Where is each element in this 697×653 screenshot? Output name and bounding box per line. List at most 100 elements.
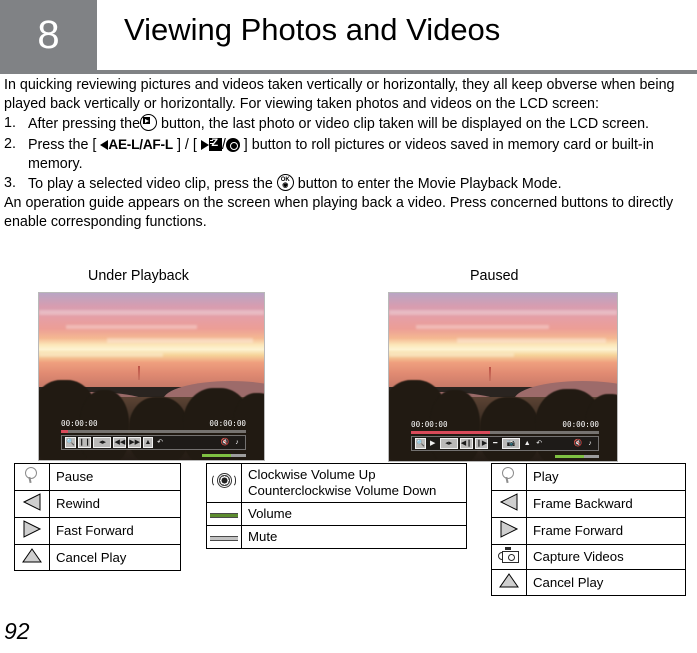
camera-icon	[498, 547, 520, 563]
dial-wheel-icon-cell	[206, 463, 242, 503]
body-text: In quicking reviewing pictures and video…	[4, 76, 694, 233]
magnifier-icon	[501, 466, 517, 484]
step-3-number: 3.	[4, 175, 16, 192]
legend-label: Play	[526, 463, 686, 491]
line-icon[interactable]: ━	[490, 438, 500, 449]
step-1-text-after: button, the last photo or video clip tak…	[161, 116, 650, 133]
progress-fill-right	[411, 431, 490, 434]
dial-wheel-icon	[212, 471, 236, 491]
time-total: 00:00:00	[562, 420, 599, 429]
table-row: Mute	[206, 525, 467, 549]
legend-label: Fast Forward	[49, 517, 181, 545]
figure-caption-left: Under Playback	[88, 268, 189, 284]
volume-adjust-icon[interactable]: ◂▸	[93, 437, 112, 448]
table-row: Capture Videos	[491, 544, 686, 570]
legend-label: Volume	[241, 502, 467, 526]
return-arrow-icon[interactable]: ↶	[155, 437, 165, 448]
cloud-band	[66, 324, 197, 329]
page-number: 92	[4, 618, 30, 644]
volume-track-right[interactable]	[555, 455, 599, 458]
green-line-icon	[210, 513, 238, 518]
magnifier-icon	[24, 466, 40, 484]
volume-adjust-icon[interactable]: ◂▸	[439, 438, 458, 449]
table-row: Fast Forward	[14, 517, 181, 545]
legend-label: Frame Forward	[526, 517, 686, 545]
step-3-text-before: To play a selected video clip, press the	[28, 176, 273, 193]
magnifier-icon-cell	[14, 463, 50, 491]
osd-times-right: 00:00:00 00:00:00	[411, 419, 599, 430]
magnifier-icon[interactable]: 🔍	[65, 437, 76, 448]
up-arrow-icon[interactable]: ▲	[143, 437, 154, 448]
up-arrow-icon[interactable]: ▲	[522, 438, 532, 449]
table-row: Frame Backward	[491, 490, 686, 518]
left-triangle-icon-cell	[14, 490, 50, 518]
music-note-icon[interactable]: ♪	[585, 438, 595, 449]
table-row: Volume	[206, 502, 467, 526]
volume-track-left[interactable]	[202, 454, 246, 457]
ok-button-icon: OK ◉	[276, 174, 294, 192]
table-row: Cancel Play	[491, 569, 686, 596]
frame-forward-icon[interactable]: ❙▶	[474, 438, 489, 449]
progress-track-right[interactable]	[411, 431, 599, 434]
fast-forward-icon[interactable]: ▶▶	[128, 437, 142, 448]
legend-table-volume: Clockwise Volume Up Counterclockwise Vol…	[206, 463, 467, 549]
step-1-text-before: After pressing the	[28, 116, 141, 133]
osd-button-bar-right: 🔍 ▶ ◂▸ ◀❙ ❙▶ ━ 📷 ▲ ↶ 🔇 ♪	[411, 436, 599, 451]
gray-line-icon-cell	[206, 525, 242, 549]
table-row: Cancel Play	[14, 544, 181, 571]
capture-icon[interactable]: 📷	[502, 438, 521, 449]
osd-overlay-left: 00:00:00 00:00:00 🔍 ❙❙ ◂▸ ◀◀ ▶▶ ▲ ↶ 🔇 ♪	[39, 416, 264, 460]
cloud-band	[106, 338, 253, 344]
intro-paragraph: In quicking reviewing pictures and video…	[4, 77, 675, 113]
exposure-compensation-icon	[208, 137, 222, 151]
right-triangle-icon	[22, 520, 42, 538]
figure-caption-right: Paused	[470, 268, 519, 284]
progress-fill-left	[61, 430, 69, 433]
right-triangle-icon-cell	[14, 517, 50, 545]
time-elapsed: 00:00:00	[61, 419, 98, 428]
camera-icon-cell	[491, 544, 527, 570]
page-title: Viewing Photos and Videos	[124, 12, 501, 47]
return-arrow-icon[interactable]: ↶	[534, 438, 544, 449]
play-icon[interactable]: ▶	[428, 438, 438, 449]
music-note-icon[interactable]: ♪	[232, 437, 242, 448]
osd-overlay-right: 00:00:00 00:00:00 🔍 ▶ ◂▸ ◀❙ ❙▶ ━ 📷 ▲ ↶ 🔇…	[389, 417, 617, 461]
frame-backward-icon[interactable]: ◀❙	[459, 438, 473, 449]
up-triangle-icon-cell	[14, 544, 50, 571]
legend-label: Cancel Play	[49, 544, 181, 571]
cloud-band	[39, 353, 163, 358]
legend-label: Capture Videos	[526, 544, 686, 570]
osd-times-left: 00:00:00 00:00:00	[61, 418, 246, 429]
step-2-text-before: Press the [	[28, 136, 97, 153]
header-divider	[0, 70, 697, 74]
play-circle-icon	[140, 114, 158, 132]
volume-fill-left	[202, 454, 232, 457]
right-triangle-icon-cell	[491, 517, 527, 545]
table-row: Play	[491, 463, 686, 491]
magnifier-icon[interactable]: 🔍	[415, 438, 426, 449]
green-line-icon-cell	[206, 502, 242, 526]
progress-track-left[interactable]	[61, 430, 246, 433]
time-total: 00:00:00	[209, 419, 246, 428]
legend-label: Mute	[241, 525, 467, 549]
mute-icon[interactable]: 🔇	[573, 438, 583, 449]
table-row: Rewind	[14, 490, 181, 518]
pause-icon[interactable]: ❙❙	[77, 437, 92, 448]
legend-label: Pause	[49, 463, 181, 491]
legend-label: Cancel Play	[526, 569, 686, 596]
right-triangle-icon	[499, 520, 519, 538]
cloud-band	[457, 338, 606, 344]
legend-label: Rewind	[49, 490, 181, 518]
time-elapsed: 00:00:00	[411, 420, 448, 429]
up-triangle-icon	[21, 547, 43, 564]
right-triangle-icon	[200, 139, 209, 150]
legend-label: Frame Backward	[526, 490, 686, 518]
ael-afl-label: AE-L/AF-L	[108, 136, 173, 152]
cloud-band	[389, 353, 515, 358]
lcd-preview-paused: 00:00:00 00:00:00 🔍 ▶ ◂▸ ◀❙ ❙▶ ━ 📷 ▲ ↶ 🔇…	[388, 292, 618, 462]
osd-button-bar-left: 🔍 ❙❙ ◂▸ ◀◀ ▶▶ ▲ ↶ 🔇 ♪	[61, 435, 246, 450]
lcd-preview-under-playback: 00:00:00 00:00:00 🔍 ❙❙ ◂▸ ◀◀ ▶▶ ▲ ↶ 🔇 ♪	[38, 292, 265, 461]
mute-icon[interactable]: 🔇	[220, 437, 230, 448]
rewind-icon[interactable]: ◀◀	[113, 437, 127, 448]
step-1: 1. After pressing the button, the last ph…	[4, 114, 694, 134]
